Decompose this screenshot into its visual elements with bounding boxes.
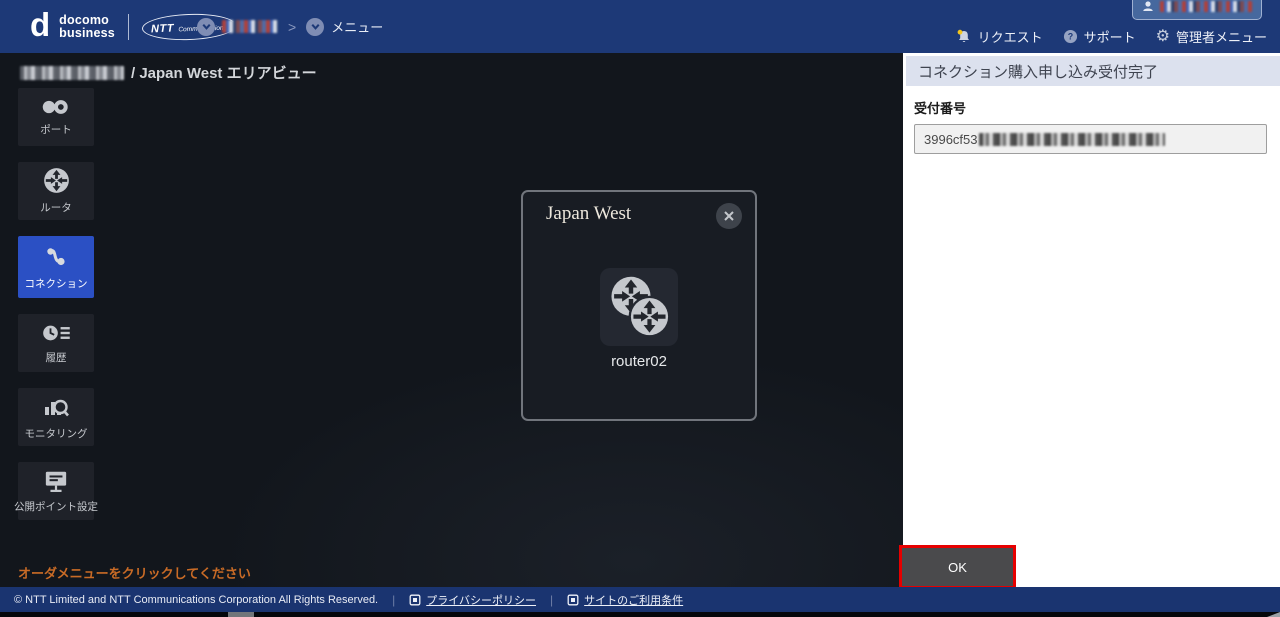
port-icon — [41, 98, 71, 116]
sidebar-item-port[interactable]: ポート — [18, 88, 94, 146]
request-label: リクエスト — [978, 27, 1043, 46]
sidebar-item-label: ルータ — [40, 200, 72, 215]
breadcrumb-separator: > — [288, 19, 296, 35]
user-icon — [1142, 0, 1154, 12]
chevron-down-icon — [309, 20, 322, 33]
page-title: / Japan West エリアビュー — [20, 62, 317, 83]
bell-icon — [956, 29, 972, 45]
sidebar-item-label: コネクション — [25, 276, 88, 291]
ntt-logo-text: NTT — [151, 22, 174, 35]
admin-menu-item[interactable]: ⚙ 管理者メニュー — [1156, 27, 1267, 46]
sidebar-item-public-point[interactable]: 公開ポイント設定 — [18, 462, 94, 520]
request-menu-item[interactable]: リクエスト — [956, 27, 1043, 46]
terms-of-use-link[interactable]: サイトのご利用条件 — [567, 592, 683, 608]
redacted-tenant-name[interactable] — [222, 20, 278, 33]
docomo-business-logo: docomo business — [59, 14, 115, 40]
redacted-receipt-number — [979, 133, 1165, 146]
sidebar-item-label: 公開ポイント設定 — [14, 499, 98, 514]
terms-of-use-label: サイトのご利用条件 — [584, 592, 683, 608]
sidebar-item-label: ポート — [40, 122, 72, 137]
copyright-text: © NTT Limited and NTT Communications Cor… — [14, 594, 378, 606]
sidebar-item-label: モニタリング — [25, 426, 88, 441]
gear-icon: ⚙ — [1156, 30, 1170, 44]
privacy-policy-label: プライバシーポリシー — [426, 592, 536, 608]
main-canvas: / Japan West エリアビュー ポート ルータ — [0, 53, 903, 587]
breadcrumb-menu-label[interactable]: メニュー — [331, 17, 383, 36]
sidebar-item-monitoring[interactable]: モニタリング — [18, 388, 94, 446]
ok-button[interactable]: OK — [902, 548, 1013, 586]
footer-separator: | — [550, 593, 553, 607]
order-menu-hint: オーダメニューをクリックしてください — [18, 563, 251, 582]
docomo-logo-line2: business — [59, 26, 115, 40]
external-link-icon — [567, 594, 579, 606]
area-panel-title: Japan West — [546, 203, 631, 225]
external-link-icon — [409, 594, 421, 606]
redacted-tenant-name — [20, 66, 124, 80]
top-navigation-bar: d docomo business NTT Communications > — [0, 0, 1280, 53]
topbar-menu: リクエスト ? サポート ⚙ 管理者メニュー — [956, 27, 1267, 46]
history-icon — [42, 322, 70, 344]
public-point-icon — [43, 469, 69, 493]
close-button[interactable] — [716, 203, 742, 229]
privacy-policy-link[interactable]: プライバシーポリシー — [409, 592, 536, 608]
support-menu-item[interactable]: ? サポート — [1063, 27, 1136, 46]
help-icon: ? — [1063, 29, 1078, 44]
svg-text:?: ? — [1067, 32, 1072, 42]
app-window: d docomo business NTT Communications > — [0, 0, 1280, 617]
footer-separator: | — [392, 593, 395, 607]
redacted-username — [1160, 1, 1252, 12]
page-title-text: / Japan West エリアビュー — [131, 62, 317, 83]
router-node-box[interactable] — [600, 268, 678, 346]
taskbar-edge — [0, 612, 1280, 617]
router-group-icon — [606, 275, 672, 339]
dialog-title: コネクション購入申し込み受付完了 — [906, 56, 1280, 86]
docomo-logo-line1: docomo — [59, 13, 109, 27]
receipt-number-prefix: 3996cf53 — [924, 132, 978, 147]
sidebar-item-history[interactable]: 履歴 — [18, 314, 94, 372]
receipt-number-field[interactable]: 3996cf53 — [914, 124, 1267, 154]
monitoring-icon — [43, 394, 69, 420]
taskbar-corner — [1267, 612, 1280, 617]
tenant-dropdown-button[interactable] — [197, 18, 215, 36]
sidebar-item-router[interactable]: ルータ — [18, 162, 94, 220]
chevron-down-icon — [200, 20, 213, 33]
support-label: サポート — [1084, 27, 1136, 46]
close-icon — [723, 210, 735, 222]
connection-icon — [43, 244, 69, 270]
receipt-number-label: 受付番号 — [914, 98, 1267, 117]
annotation-highlight-box: OK — [899, 545, 1016, 589]
admin-menu-label: 管理者メニュー — [1176, 27, 1267, 46]
dialog-body: 受付番号 3996cf53 — [903, 86, 1280, 154]
order-complete-panel: コネクション購入申し込み受付完了 受付番号 3996cf53 OK — [903, 53, 1280, 587]
brand-divider — [128, 14, 129, 40]
router-node[interactable]: router02 — [600, 268, 678, 370]
area-view-panel: Japan West router02 — [521, 190, 757, 421]
sidebar-item-label: 履歴 — [46, 350, 67, 365]
router-node-label: router02 — [611, 353, 667, 370]
user-account-badge[interactable] — [1132, 0, 1262, 20]
router-icon — [43, 167, 70, 194]
menu-dropdown-button[interactable] — [306, 18, 324, 36]
docomo-d-logo-icon: d — [30, 10, 50, 40]
footer: © NTT Limited and NTT Communications Cor… — [0, 587, 1280, 612]
sidebar-item-connection[interactable]: コネクション — [18, 236, 94, 298]
breadcrumb: > メニュー — [197, 0, 383, 53]
taskbar-segment — [228, 612, 254, 617]
order-menu-sidebar: ポート ルータ コネクション — [18, 88, 94, 520]
